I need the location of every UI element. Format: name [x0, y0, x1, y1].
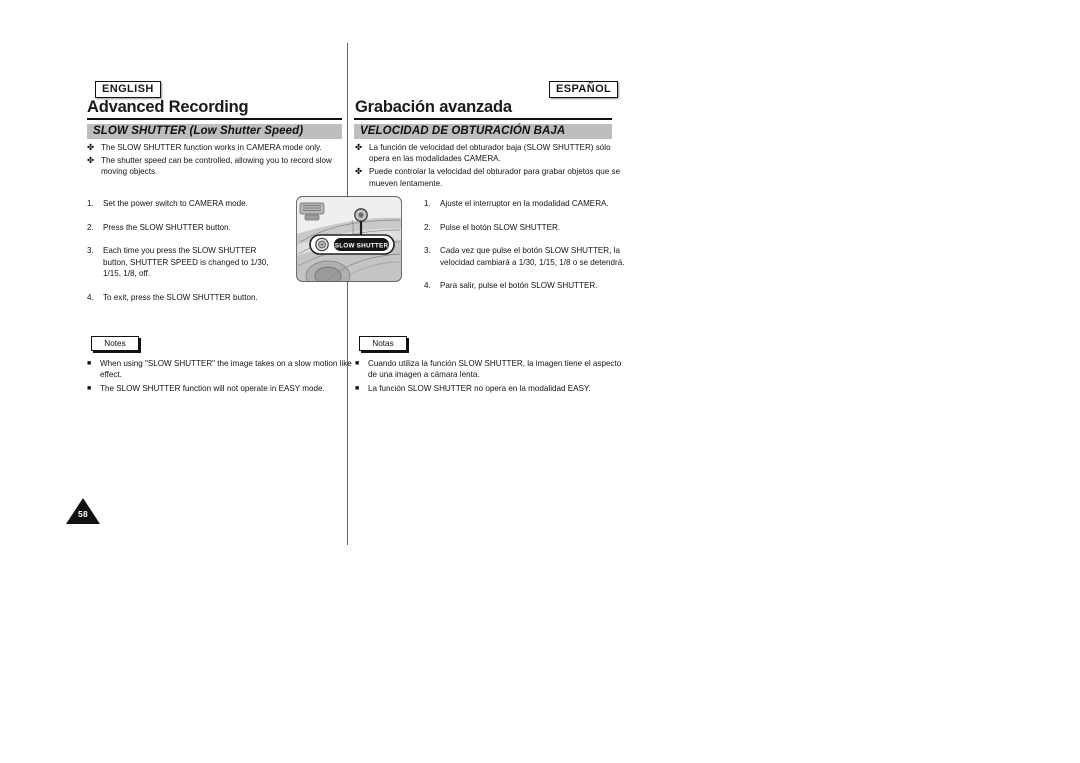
list-item: 1. Ajuste el interruptor en la modalidad…: [424, 198, 630, 209]
notes-label-english: Notes: [91, 336, 139, 351]
list-item: 3. Cada vez que pulse el botón SLOW SHUT…: [424, 245, 630, 267]
list-item: 3. Each time you press the SLOW SHUTTER …: [87, 245, 283, 279]
step-text: Ajuste el interruptor en la modalidad CA…: [440, 199, 609, 208]
step-text: Each time you press the SLOW SHUTTER but…: [103, 246, 269, 278]
list-item: ✤ Puede controlar la velocidad del obtur…: [355, 166, 621, 188]
slow-shutter-callout-label: SLOW SHUTTER: [335, 242, 389, 249]
diamond-bullet-icon: ✤: [87, 155, 95, 166]
page-title-spanish: Grabación avanzada: [355, 98, 512, 116]
list-item: 2. Pulse el botón SLOW SHUTTER.: [424, 222, 630, 233]
section-heading-english: SLOW SHUTTER (Low Shutter Speed): [87, 124, 342, 139]
title-rule-left: [87, 118, 342, 120]
list-item: 4. To exit, press the SLOW SHUTTER butto…: [87, 292, 283, 303]
list-item: ■ Cuando utiliza la función SLOW SHUTTER…: [355, 359, 622, 380]
step-text: To exit, press the SLOW SHUTTER button.: [103, 292, 258, 302]
page-number-badge: 58: [66, 498, 100, 524]
diamond-bullet-icon: ✤: [355, 142, 363, 152]
title-rule-right: [354, 118, 612, 120]
language-badge-english: ENGLISH: [95, 81, 161, 98]
step-text: Press the SLOW SHUTTER button.: [103, 222, 231, 232]
steps-list-spanish: 1. Ajuste el interruptor en la modalidad…: [424, 198, 630, 304]
notes-list-english: ■ When using "SLOW SHUTTER" the image ta…: [87, 358, 352, 399]
intro-list-english: ✤ The SLOW SHUTTER function works in CAM…: [87, 142, 349, 180]
list-item: ■ The SLOW SHUTTER function will not ope…: [87, 383, 352, 396]
step-number: 3.: [424, 246, 431, 256]
list-item: ■ La función SLOW SHUTTER no opera en la…: [355, 383, 623, 396]
diamond-bullet-icon: ✤: [87, 142, 95, 152]
step-number: 3.: [87, 246, 94, 256]
notes-list-spanish: ■ Cuando utiliza la función SLOW SHUTTER…: [355, 358, 623, 399]
step-text: Cada vez que pulse el botón SLOW SHUTTER…: [440, 246, 625, 267]
step-number: 4.: [424, 281, 431, 291]
list-item: ■ When using "SLOW SHUTTER" the image ta…: [87, 359, 352, 380]
step-number: 1.: [424, 199, 431, 208]
camcorder-illustration: SLOW SHUTTER: [296, 196, 402, 288]
intro-list-spanish: ✤ La función de velocidad del obturador …: [355, 142, 623, 191]
list-item: ✤ La función de velocidad del obturador …: [355, 142, 611, 164]
list-item: 1. Set the power switch to CAMERA mode.: [87, 198, 283, 209]
notes-label-spanish: Notas: [359, 336, 407, 351]
square-bullet-icon: ■: [87, 360, 92, 367]
step-text: Pulse el botón SLOW SHUTTER.: [440, 222, 561, 232]
page-title-english: Advanced Recording: [87, 98, 249, 116]
step-number: 1.: [87, 199, 94, 208]
list-item: ✤ The SLOW SHUTTER function works in CAM…: [87, 142, 322, 152]
step-number: 4.: [87, 292, 94, 302]
manual-page: ENGLISH Advanced Recording SLOW SHUTTER …: [0, 0, 1080, 763]
step-number: 2.: [424, 222, 431, 232]
steps-list-english: 1. Set the power switch to CAMERA mode. …: [87, 198, 283, 315]
square-bullet-icon: ■: [87, 385, 92, 393]
diamond-bullet-icon: ✤: [355, 166, 363, 177]
column-divider: [347, 43, 348, 545]
page-number: 58: [77, 509, 89, 519]
list-item: 2. Press the SLOW SHUTTER button.: [87, 222, 283, 233]
section-heading-spanish: VELOCIDAD DE OBTURACIÓN BAJA: [354, 124, 612, 139]
square-bullet-icon: ■: [355, 385, 360, 393]
language-badge-spanish: ESPAÑOL: [549, 81, 619, 98]
square-bullet-icon: ■: [355, 360, 360, 367]
step-text: Set the power switch to CAMERA mode.: [103, 199, 248, 208]
list-item: 4. Para salir, pulse el botón SLOW SHUTT…: [424, 280, 630, 291]
step-number: 2.: [87, 222, 94, 232]
step-text: Para salir, pulse el botón SLOW SHUTTER.: [440, 281, 598, 291]
list-item: ✤ The shutter speed can be controlled, a…: [87, 155, 332, 177]
